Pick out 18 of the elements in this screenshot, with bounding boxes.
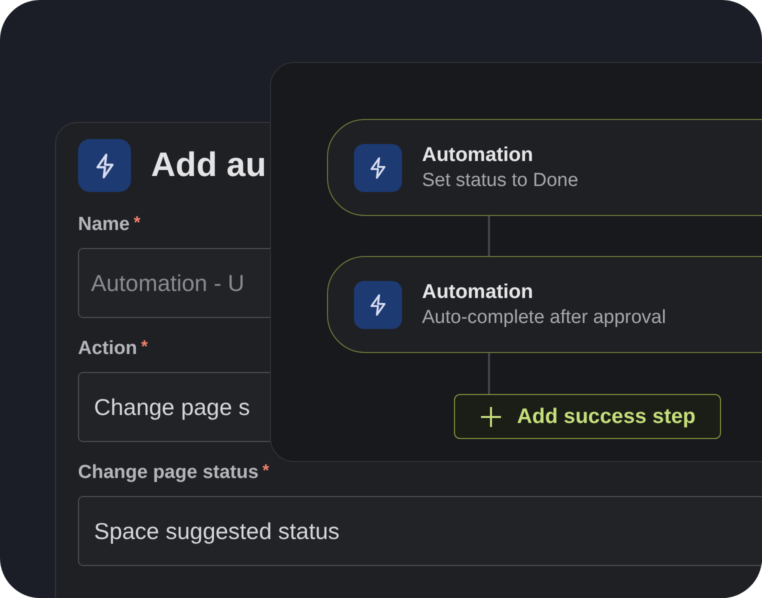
required-asterisk: * <box>141 338 148 356</box>
plus-icon <box>479 404 503 428</box>
step-title: Automation <box>422 280 534 304</box>
select-field[interactable]: Space suggested status <box>78 496 762 566</box>
field-label: Action <box>78 338 138 360</box>
add-step-button[interactable]: Add success step <box>454 394 721 439</box>
field-label: Name <box>78 214 130 236</box>
dialog-title: Add au <box>151 145 266 186</box>
step-subtitle: Set status to Done <box>422 168 578 192</box>
field-label: Change page status <box>78 462 259 484</box>
required-asterisk: * <box>134 214 140 232</box>
step-subtitle: Auto-complete after approval <box>422 306 666 330</box>
automation-step-card[interactable]: Automation Set status to Done <box>327 119 762 216</box>
required-asterisk: * <box>262 462 270 480</box>
automation-step-card[interactable]: Automation Auto-complete after approval <box>327 256 762 353</box>
step-title: Automation <box>422 142 534 168</box>
name-input[interactable]: Automation - U <box>78 248 271 318</box>
select-field[interactable]: Change page s <box>78 372 271 442</box>
